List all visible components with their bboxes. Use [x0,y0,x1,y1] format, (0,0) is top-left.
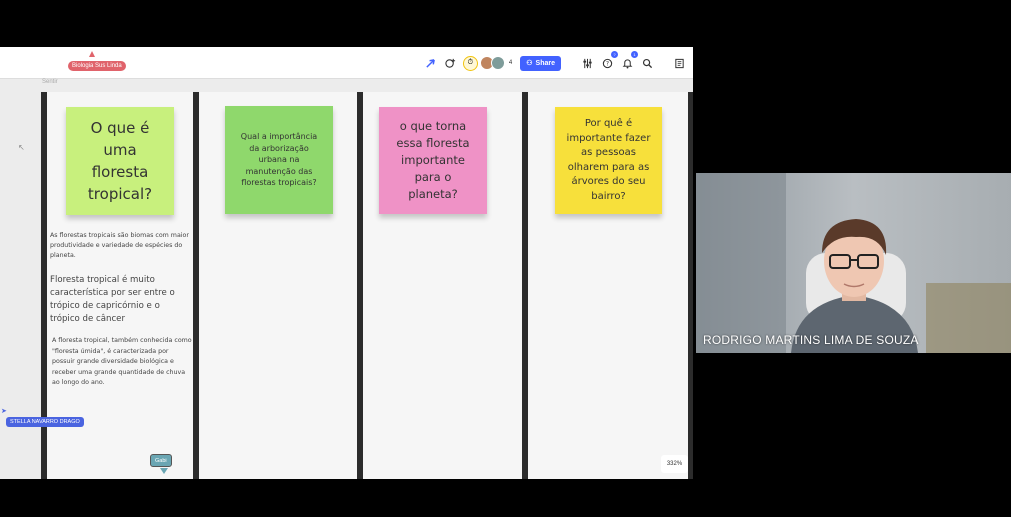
notification-badge: 1 [631,51,638,58]
arrow-pointer-icon[interactable] [423,55,439,71]
avatar[interactable] [490,56,505,70]
board-hint-text: Sentir [42,79,58,85]
sticky-note-text: Por quê é importante fazer as pessoas ol… [566,118,651,202]
shared-board[interactable]: Biologia Sus Linda ⏱ 4 ⚇ Share ? ? 1 Sen… [0,47,693,479]
sticky-note-3[interactable]: o que torna essa floresta importante par… [379,107,487,214]
toolbar-right: ⏱ 4 ⚇ Share ? ? 1 [413,51,693,74]
participant-name: RODRIGO MARTINS LIMA DE SOUZA [703,333,919,347]
avatar-count[interactable]: 4 [509,60,512,66]
participant-video-tile[interactable]: RODRIGO MARTINS LIMA DE SOUZA [696,173,1011,353]
collaborator-cursor-icon [89,51,95,57]
help-icon[interactable]: ? ? [599,51,618,71]
settings-sliders-icon[interactable] [579,55,595,71]
text-block[interactable]: A floresta tropical, também conhecida co… [52,336,192,389]
cursor-icon: ↖ [18,143,25,152]
text-block[interactable]: Floresta tropical é muito característica… [50,274,190,326]
screen-share-view: Biologia Sus Linda ⏱ 4 ⚇ Share ? ? 1 Sen… [0,0,1011,517]
bell-icon[interactable]: 1 [619,51,638,71]
search-icon[interactable] [639,55,655,71]
collaborator-tag: Gabi [150,454,172,467]
collaborator-cursor-icon [160,468,168,474]
sticky-note-text: Qual a importância da arborização urbana… [240,132,318,188]
board-name-tag[interactable]: Biologia Sus Linda [68,61,126,71]
help-badge: ? [611,51,618,58]
sticky-note-2[interactable]: Qual a importância da arborização urbana… [225,106,333,214]
panel-group [665,52,693,74]
sticky-note-text: O que é uma floresta tropical? [87,119,153,203]
participant-video-frame [696,173,1011,353]
reactions-icon[interactable] [443,55,459,71]
svg-text:?: ? [605,60,608,67]
sticky-note-4[interactable]: Por quê é importante fazer as pessoas ol… [555,107,662,214]
share-button[interactable]: ⚇ Share [520,55,561,71]
collaborator-cursor-icon: ➤ [1,408,7,415]
users-icon: ⚇ [526,60,533,67]
column-divider [688,92,693,479]
collab-tools-group: ⏱ 4 ⚇ Share [416,52,569,74]
text-block[interactable]: As florestas tropicais são biomas com ma… [50,231,190,261]
zoom-level[interactable]: 332% [661,455,688,473]
sticky-note-text: o que torna essa floresta importante par… [396,119,470,201]
collaborator-tag: STELLA NAVARRO DRAGO [6,417,84,427]
board-toolbar: Biologia Sus Linda ⏱ 4 ⚇ Share ? ? 1 [0,47,693,79]
sticky-note-1[interactable]: O que é uma floresta tropical? [66,107,174,215]
notes-panel-icon[interactable] [671,55,687,71]
board-tools-group: ? ? 1 [573,51,661,74]
share-label: Share [535,59,555,67]
timer-icon[interactable]: ⏱ [462,55,478,71]
